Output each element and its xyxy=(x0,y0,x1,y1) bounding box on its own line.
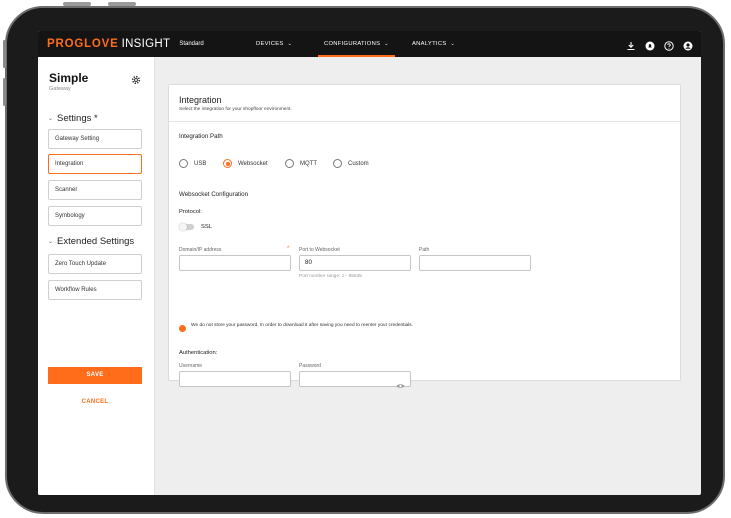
nav-configurations[interactable]: CONFIGURATIONS ⌄ xyxy=(318,31,395,57)
sidebar-item-symbology[interactable]: Symbology xyxy=(48,206,142,226)
settings-sidebar: Simple Gateway ⌄ Settings * Gateway Setti… xyxy=(38,57,155,495)
required-mark: * xyxy=(287,246,290,252)
radio-websocket[interactable]: Websocket xyxy=(223,159,268,168)
chevron-down-icon: ⌄ xyxy=(384,41,389,47)
sidebar-item-scanner[interactable]: Scanner xyxy=(48,180,142,200)
gear-icon[interactable] xyxy=(131,72,141,85)
notification-icon[interactable] xyxy=(645,38,655,51)
environment-label: Standard xyxy=(179,41,204,47)
protocol-label: Protocol: xyxy=(179,209,202,215)
integration-card: Integration Select the integration for y… xyxy=(168,84,681,388)
password-input[interactable] xyxy=(299,371,411,387)
card-title: Integration xyxy=(179,95,222,105)
websocket-config-heading: Websocket Configuration xyxy=(179,191,249,198)
cancel-button[interactable]: CANCEL xyxy=(48,399,142,405)
settings-section-header[interactable]: ⌄ Settings * xyxy=(48,113,98,124)
path-label: Path xyxy=(419,247,430,253)
nav-analytics[interactable]: ANALYTICS ⌄ xyxy=(412,31,455,57)
chevron-down-icon: ⌄ xyxy=(450,41,455,47)
ssl-label: SSL xyxy=(201,224,212,230)
sidebar-item-integration[interactable]: Integration xyxy=(48,154,142,174)
tablet-side-button xyxy=(3,40,6,68)
authentication-heading: Authentication: xyxy=(179,350,218,356)
tablet-top-button xyxy=(108,2,136,6)
port-input[interactable]: 80 xyxy=(299,255,411,271)
radio-usb[interactable]: USB xyxy=(179,159,206,168)
top-nav-bar: PROGLOVE INSIGHT Standard DEVICES ⌄ CONFIG… xyxy=(38,31,701,57)
card-header: Integration Select the integration for y… xyxy=(169,85,680,122)
chevron-down-icon: ⌄ xyxy=(287,41,293,47)
tablet-top-button xyxy=(63,2,91,6)
username-label: Username xyxy=(179,363,203,369)
help-icon[interactable] xyxy=(664,38,674,51)
tablet-side-button xyxy=(3,78,6,106)
sidebar-item-zero-touch-update[interactable]: Zero Touch Update xyxy=(48,254,142,274)
extended-section-header[interactable]: ⌄ Extended Settings xyxy=(48,236,134,247)
radio-circle xyxy=(333,159,342,168)
save-button[interactable]: SAVE xyxy=(48,367,142,384)
port-label: Port to Websocket xyxy=(299,247,340,253)
app-screen: PROGLOVE INSIGHT Standard DEVICES ⌄ CONFIG… xyxy=(38,31,701,495)
brand-suffix: INSIGHT xyxy=(121,38,171,50)
chevron-down-icon: ⌄ xyxy=(48,239,54,245)
integration-path-heading: Integration Path xyxy=(179,133,223,140)
info-icon xyxy=(179,325,186,332)
nav-icon-group xyxy=(626,38,693,51)
radio-circle xyxy=(179,159,188,168)
settings-section-label: Settings * xyxy=(57,113,98,124)
radio-circle xyxy=(285,159,294,168)
radio-mqtt-label: MQTT xyxy=(300,160,317,167)
radio-circle xyxy=(223,159,232,168)
config-subtitle: Gateway xyxy=(49,86,71,92)
ssl-toggle[interactable] xyxy=(179,222,194,231)
brand-name: PROGLOVE xyxy=(47,38,119,50)
radio-custom-label: Custom xyxy=(348,160,369,167)
password-notice: We do not store your password. In order … xyxy=(191,323,414,328)
username-input[interactable] xyxy=(179,371,291,387)
radio-websocket-label: Websocket xyxy=(238,160,268,167)
nav-devices[interactable]: DEVICES ⌄ xyxy=(256,31,292,57)
config-title: Simple xyxy=(49,71,89,85)
eye-icon[interactable] xyxy=(396,376,405,388)
brand-logo[interactable]: PROGLOVE INSIGHT xyxy=(47,38,170,50)
sidebar-item-gateway-setting[interactable]: Gateway Setting xyxy=(48,129,142,149)
download-icon[interactable] xyxy=(626,38,636,51)
nav-configurations-label: CONFIGURATIONS xyxy=(324,41,381,47)
chevron-down-icon: ⌄ xyxy=(48,116,54,122)
card-description: Select the integration for your shopfloo… xyxy=(179,107,292,112)
account-icon[interactable] xyxy=(683,38,693,51)
path-input[interactable] xyxy=(419,255,531,271)
radio-usb-label: USB xyxy=(194,160,207,167)
password-label: Password xyxy=(299,363,321,369)
port-hint: Port number range: 1 - 65535 xyxy=(299,274,362,279)
domain-label: Domain/IP address xyxy=(179,247,222,253)
sidebar-item-workflow-rules[interactable]: Workflow Rules xyxy=(48,280,142,300)
nav-analytics-label: ANALYTICS xyxy=(412,41,447,47)
nav-devices-label: DEVICES xyxy=(256,41,284,47)
extended-section-label: Extended Settings xyxy=(57,236,135,247)
domain-input[interactable] xyxy=(179,255,291,271)
radio-custom[interactable]: Custom xyxy=(333,159,369,168)
radio-mqtt[interactable]: MQTT xyxy=(285,159,317,168)
